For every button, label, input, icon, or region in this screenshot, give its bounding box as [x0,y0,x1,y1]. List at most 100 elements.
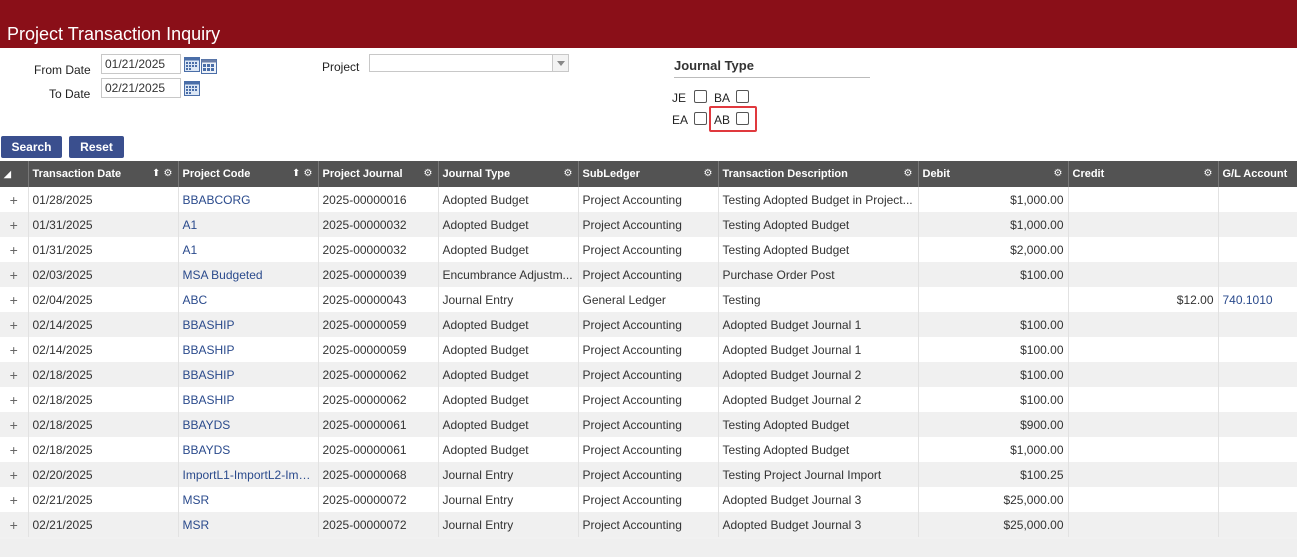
transaction-date-cell: 01/31/2025 [28,237,179,262]
table-row[interactable]: +02/20/2025 ImportL1-ImportL2-Import 2025-… [0,462,1297,487]
expand-row-icon[interactable]: + [0,212,29,237]
expand-row-icon[interactable]: + [0,412,29,437]
gl-account-link[interactable] [1218,362,1297,387]
table-row[interactable]: +02/04/2025 ABC 2025-00000043 Journal Entry… [0,287,1297,312]
transaction-date-cell: 02/20/2025 [28,462,179,487]
table-row[interactable]: +02/21/2025 MSR 2025-00000072 Journal Entry… [0,512,1297,537]
table-row[interactable]: +02/21/2025 MSR 2025-00000072 Journal Entry… [0,487,1297,512]
sort-gear-icon[interactable]: ⬆ ⚙ [152,168,173,179]
transaction-description-cell: Testing Adopted Budget [718,237,919,262]
expand-row-icon[interactable]: + [0,512,29,537]
gl-account-link[interactable] [1218,187,1297,212]
table-row[interactable]: +02/18/2025 BBASHIP 2025-00000062 Adopted B… [0,362,1297,387]
gl-account-link[interactable] [1218,337,1297,362]
column-header[interactable]: G/L Account [1218,161,1297,187]
expand-row-icon[interactable]: + [0,462,29,487]
expand-row-icon[interactable]: + [0,287,29,312]
table-row[interactable]: +01/31/2025 A1 2025-00000032 Adopted Budget… [0,212,1297,237]
table-row[interactable]: +01/28/2025 BBABCORG 2025-00000016 Adopted … [0,187,1297,212]
gl-account-link[interactable] [1218,212,1297,237]
expand-row-icon[interactable]: + [0,187,29,212]
column-header[interactable]: Transaction Description ⚙ [718,161,919,187]
journal-type-ba-checkbox[interactable] [736,90,749,103]
expand-row-icon[interactable]: + [0,362,29,387]
project-code-link[interactable]: BBAYDS [178,412,319,437]
gl-account-link[interactable] [1218,462,1297,487]
project-code-link[interactable]: BBASHIP [178,387,319,412]
expand-row-icon[interactable]: + [0,387,29,412]
column-header[interactable]: Journal Type ⚙ [438,161,579,187]
gl-account-link[interactable] [1218,312,1297,337]
journal-type-cell: Adopted Budget [438,212,579,237]
gear-icon[interactable]: ⚙ [704,168,713,179]
journal-type-ea-checkbox[interactable] [694,112,707,125]
project-code-link[interactable]: BBASHIP [178,337,319,362]
table-row[interactable]: +02/18/2025 BBAYDS 2025-00000061 Adopted Bu… [0,412,1297,437]
chevron-down-icon[interactable] [552,55,568,71]
gear-icon[interactable]: ⚙ [1204,168,1213,179]
project-code-link[interactable]: ImportL1-ImportL2-Import [178,462,319,487]
subledger-cell: Project Accounting [578,187,719,212]
journal-type-ea-label: EA [672,113,689,127]
table-row[interactable]: +01/31/2025 A1 2025-00000032 Adopted Budget… [0,237,1297,262]
project-code-link[interactable]: BBAYDS [178,437,319,462]
table-row[interactable]: +02/18/2025 BBASHIP 2025-00000062 Adopted B… [0,387,1297,412]
gear-icon[interactable]: ⚙ [424,168,433,179]
gear-icon[interactable]: ⚙ [564,168,573,179]
table-row[interactable]: +02/14/2025 BBASHIP 2025-00000059 Adopted B… [0,312,1297,337]
gl-account-link[interactable]: 740.1010 [1218,287,1297,312]
table-row[interactable]: +02/14/2025 BBASHIP 2025-00000059 Adopted B… [0,337,1297,362]
column-header[interactable]: Transaction Date ⬆ ⚙ [28,161,179,187]
project-code-link[interactable]: BBASHIP [178,362,319,387]
column-header[interactable]: SubLedger ⚙ [578,161,719,187]
journal-type-cell: Journal Entry [438,487,579,512]
from-date-input[interactable] [101,54,181,74]
subledger-cell: Project Accounting [578,437,719,462]
project-code-link[interactable]: MSR [178,487,319,512]
column-header[interactable]: Project Journal ⚙ [318,161,439,187]
transaction-date-cell: 02/18/2025 [28,387,179,412]
debit-cell: $25,000.00 [918,487,1069,512]
project-code-link[interactable]: MSR [178,512,319,537]
sort-gear-icon[interactable]: ⬆ ⚙ [292,168,313,179]
project-select[interactable] [369,54,569,72]
expand-row-icon[interactable]: + [0,487,29,512]
gl-account-link[interactable] [1218,437,1297,462]
calendar-icon[interactable] [184,80,200,96]
project-code-link[interactable]: ABC [178,287,319,312]
project-code-link[interactable]: A1 [178,212,319,237]
table-row[interactable]: +02/03/2025 MSA Budgeted 2025-00000039 Encu… [0,262,1297,287]
calendar-range-icon[interactable] [201,58,217,74]
to-date-input[interactable] [101,78,181,98]
gear-icon[interactable]: ⚙ [1054,168,1063,179]
column-header[interactable]: Credit ⚙ [1068,161,1219,187]
reset-button[interactable]: Reset [69,136,124,158]
gl-account-link[interactable] [1218,412,1297,437]
expand-row-icon[interactable]: + [0,337,29,362]
column-header-label: Project Code [182,168,251,180]
search-button[interactable]: Search [1,136,62,158]
gl-account-link[interactable] [1218,237,1297,262]
gear-icon[interactable]: ⚙ [904,168,913,179]
project-code-link[interactable]: BBABCORG [178,187,319,212]
project-code-link[interactable]: BBASHIP [178,312,319,337]
gl-account-link[interactable] [1218,387,1297,412]
gl-account-link[interactable] [1218,262,1297,287]
expand-all-header[interactable]: ◢ [0,161,29,187]
transaction-grid: ◢ Transaction Date ⬆ ⚙ Project Code ⬆ ⚙ Pr… [0,161,1297,537]
expand-row-icon[interactable]: + [0,262,29,287]
debit-cell [918,287,1069,312]
column-header[interactable]: Project Code ⬆ ⚙ [178,161,319,187]
project-code-link[interactable]: A1 [178,237,319,262]
gl-account-link[interactable] [1218,512,1297,537]
expand-all-icon[interactable]: ◢ [4,169,11,179]
expand-row-icon[interactable]: + [0,237,29,262]
calendar-icon[interactable] [184,56,200,72]
journal-type-je-checkbox[interactable] [694,90,707,103]
table-row[interactable]: +02/18/2025 BBAYDS 2025-00000061 Adopted Bu… [0,437,1297,462]
project-code-link[interactable]: MSA Budgeted [178,262,319,287]
expand-row-icon[interactable]: + [0,312,29,337]
column-header[interactable]: Debit ⚙ [918,161,1069,187]
expand-row-icon[interactable]: + [0,437,29,462]
gl-account-link[interactable] [1218,487,1297,512]
